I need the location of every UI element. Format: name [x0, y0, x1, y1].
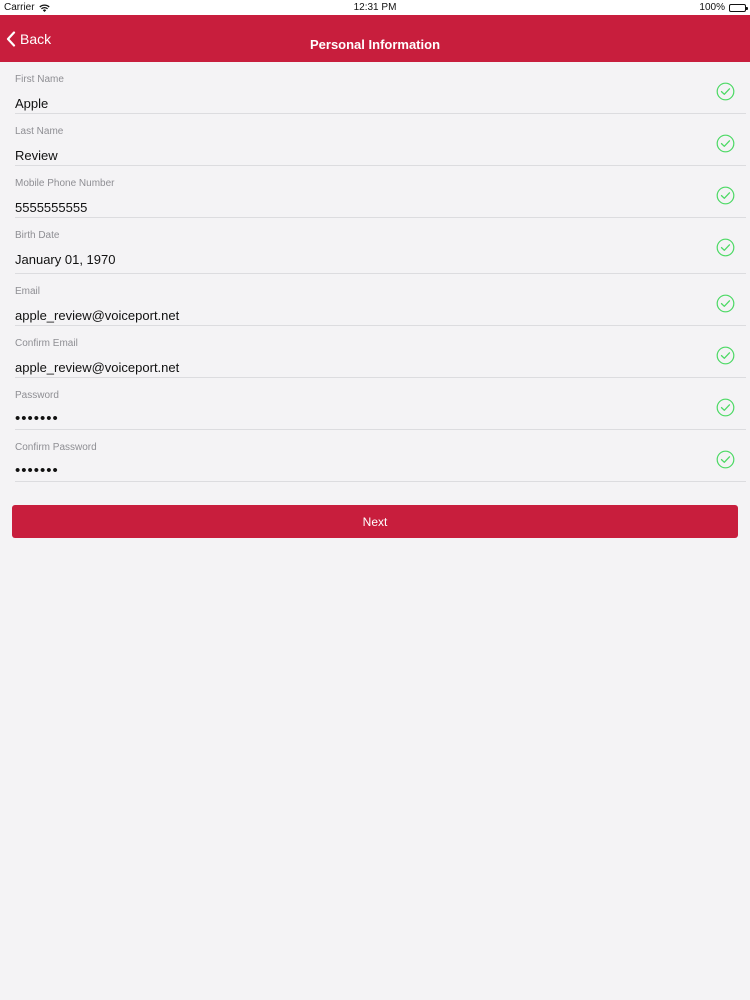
- mobile-phone-input[interactable]: 5555555555: [15, 200, 87, 215]
- check-circle-icon: [716, 186, 735, 205]
- field-label: Password: [15, 390, 59, 401]
- personal-info-form: First Name Apple Last Name Review Mobile…: [0, 62, 750, 482]
- first-name-field[interactable]: First Name Apple: [0, 62, 750, 114]
- check-circle-icon: [716, 450, 735, 469]
- field-label: Confirm Email: [15, 338, 78, 349]
- field-label: Mobile Phone Number: [15, 178, 115, 189]
- field-label: Birth Date: [15, 230, 60, 241]
- check-circle-icon: [716, 238, 735, 257]
- status-bar: Carrier 12:31 PM 100%: [0, 0, 750, 15]
- email-input[interactable]: apple_review@voiceport.net: [15, 308, 179, 323]
- field-label: Email: [15, 286, 41, 297]
- field-label: Confirm Password: [15, 442, 97, 453]
- check-circle-icon: [716, 294, 735, 313]
- first-name-input[interactable]: Apple: [15, 96, 48, 111]
- check-circle-icon: [716, 398, 735, 417]
- battery-percent: 100%: [699, 2, 725, 13]
- confirm-email-field[interactable]: Confirm Email apple_review@voiceport.net: [0, 326, 750, 378]
- check-circle-icon: [716, 82, 735, 101]
- divider: [15, 481, 746, 482]
- confirm-password-field[interactable]: Confirm Password •••••••: [0, 430, 750, 482]
- check-circle-icon: [716, 346, 735, 365]
- confirm-email-input[interactable]: apple_review@voiceport.net: [15, 360, 179, 375]
- status-time: 12:31 PM: [353, 2, 397, 13]
- confirm-password-input[interactable]: •••••••: [15, 462, 59, 479]
- last-name-input[interactable]: Review: [15, 148, 58, 163]
- password-input[interactable]: •••••••: [15, 410, 59, 427]
- check-circle-icon: [716, 134, 735, 153]
- last-name-field[interactable]: Last Name Review: [0, 114, 750, 166]
- birth-date-field[interactable]: Birth Date January 01, 1970: [0, 218, 750, 274]
- next-button[interactable]: Next: [12, 505, 738, 538]
- email-field[interactable]: Email apple_review@voiceport.net: [0, 274, 750, 326]
- field-label: Last Name: [15, 126, 64, 137]
- battery-icon: [729, 3, 748, 12]
- next-button-label: Next: [362, 514, 388, 529]
- mobile-phone-field[interactable]: Mobile Phone Number 5555555555: [0, 166, 750, 218]
- birth-date-input[interactable]: January 01, 1970: [15, 252, 115, 267]
- navigation-bar: Back Personal Information: [0, 15, 750, 62]
- field-label: First Name: [15, 74, 64, 85]
- password-field[interactable]: Password •••••••: [0, 378, 750, 430]
- battery-indicator: 100%: [699, 2, 748, 13]
